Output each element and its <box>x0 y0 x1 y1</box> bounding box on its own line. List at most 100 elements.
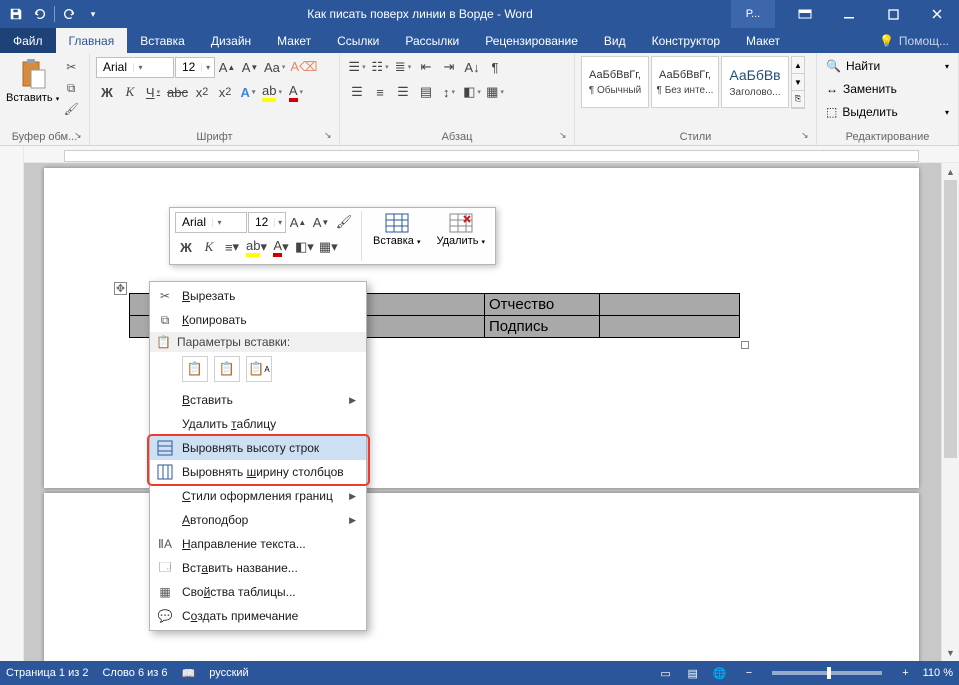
paste-button[interactable]: Вставить ▾ <box>6 56 59 104</box>
table-cell[interactable] <box>350 294 485 316</box>
highlight-icon[interactable]: ab ▾ <box>260 81 284 103</box>
copy-icon[interactable]: ⧉ <box>62 79 80 97</box>
view-print-icon[interactable]: ▤ <box>681 664 705 682</box>
font-size-combo[interactable]: 12▾ <box>175 57 215 78</box>
maximize-icon[interactable] <box>871 0 915 28</box>
cut-icon[interactable]: ✂ <box>62 58 80 76</box>
scroll-up-icon[interactable]: ▲ <box>942 163 959 180</box>
zoom-out-icon[interactable]: − <box>746 667 752 679</box>
tab-review[interactable]: Рецензирование <box>472 28 591 53</box>
format-painter-icon[interactable]: 🖌 <box>62 100 80 118</box>
status-page[interactable]: Страница 1 из 2 <box>6 667 88 679</box>
tell-me[interactable]: 💡Помощ... <box>869 28 959 53</box>
shrink-font-icon[interactable]: A▼ <box>239 56 261 78</box>
mt-shrink-font-icon[interactable]: A▼ <box>310 211 332 233</box>
mt-font-size[interactable]: 12▾ <box>248 212 286 233</box>
paste-text-only-icon[interactable]: 📋A <box>246 356 272 382</box>
dec-indent-icon[interactable]: ⇤ <box>415 56 437 78</box>
style-heading1[interactable]: АаБбВвЗаголово... <box>721 56 789 108</box>
tab-mailings[interactable]: Рассылки <box>392 28 472 53</box>
show-marks-icon[interactable]: ¶ <box>484 56 506 78</box>
mt-font-color-icon[interactable]: A▾ <box>270 236 292 258</box>
change-case-icon[interactable]: Aa ▾ <box>262 56 287 78</box>
proofing-icon[interactable]: 📖 <box>182 667 196 680</box>
ctx-autofit[interactable]: Автоподбор▶ <box>150 508 366 532</box>
qat-more-icon[interactable]: ▾ <box>83 4 103 24</box>
ctx-text-direction[interactable]: ⅡAНаправление текста... <box>150 532 366 556</box>
subscript-button[interactable]: x2 <box>191 81 213 103</box>
text-effects-icon[interactable]: A ▾ <box>237 81 259 103</box>
ctx-insert-caption[interactable]: 🗔Вставить название... <box>150 556 366 580</box>
table-move-handle-icon[interactable]: ✥ <box>114 282 127 295</box>
close-icon[interactable] <box>915 0 959 28</box>
align-right-icon[interactable]: ☰ <box>392 81 414 103</box>
font-name-combo[interactable]: Arial▾ <box>96 57 174 78</box>
tab-design[interactable]: Дизайн <box>198 28 264 53</box>
ctx-cut[interactable]: ✂Вырезать <box>150 284 366 308</box>
vertical-ruler[interactable] <box>0 146 24 661</box>
zoom-slider[interactable] <box>772 671 882 675</box>
mt-shading-icon[interactable]: ◧▾ <box>293 236 316 258</box>
superscript-button[interactable]: x2 <box>214 81 236 103</box>
mt-bold[interactable]: Ж <box>175 236 197 258</box>
paste-merge-icon[interactable]: 📋 <box>214 356 240 382</box>
tab-file[interactable]: Файл <box>0 28 56 53</box>
ctx-border-styles[interactable]: Стили оформления границ▶ <box>150 484 366 508</box>
scroll-down-icon[interactable]: ▼ <box>942 644 959 661</box>
mt-insert-button[interactable]: Вставка ▾ <box>368 211 425 261</box>
ctx-table-props[interactable]: ▦Свойства таблицы... <box>150 580 366 604</box>
find-button[interactable]: 🔍Найти ▾ <box>823 56 952 76</box>
mt-delete-button[interactable]: Удалить ▾ <box>431 211 490 261</box>
tab-home[interactable]: Главная <box>56 28 128 53</box>
tab-view[interactable]: Вид <box>591 28 639 53</box>
ribbon-display-icon[interactable] <box>783 0 827 28</box>
paragraph-launcher-icon[interactable]: ↘ <box>559 130 571 142</box>
align-left-icon[interactable]: ☰ <box>346 81 368 103</box>
tab-references[interactable]: Ссылки <box>324 28 392 53</box>
shading-icon[interactable]: ◧ ▾ <box>461 81 483 103</box>
font-color-icon[interactable]: A ▾ <box>285 81 307 103</box>
sort-icon[interactable]: A↓ <box>461 56 483 78</box>
replace-button[interactable]: ↔Заменить <box>823 79 952 99</box>
status-words[interactable]: Слово 6 из 6 <box>102 667 167 679</box>
view-web-icon[interactable]: 🌐 <box>708 664 732 682</box>
styles-launcher-icon[interactable]: ↘ <box>801 130 813 142</box>
bold-button[interactable]: Ж <box>96 81 118 103</box>
multilevel-icon[interactable]: ≣ ▾ <box>392 56 414 78</box>
table-resize-handle-icon[interactable] <box>741 341 749 349</box>
save-icon[interactable] <box>6 4 26 24</box>
redo-icon[interactable] <box>59 4 79 24</box>
ctx-new-comment[interactable]: 💬Создать примечание <box>150 604 366 628</box>
tab-table-design[interactable]: Конструктор <box>639 28 733 53</box>
style-no-spacing[interactable]: АаБбВвГг,¶ Без инте... <box>651 56 719 108</box>
mt-format-painter-icon[interactable]: 🖌 <box>333 211 355 233</box>
mt-grow-font-icon[interactable]: A▲ <box>287 211 309 233</box>
justify-icon[interactable]: ▤ <box>415 81 437 103</box>
mt-highlight-icon[interactable]: ab▾ <box>244 236 269 258</box>
numbering-icon[interactable]: ☷ ▾ <box>369 56 391 78</box>
clear-format-icon[interactable]: A⌫ <box>288 56 319 78</box>
inc-indent-icon[interactable]: ⇥ <box>438 56 460 78</box>
line-spacing-icon[interactable]: ↕ ▾ <box>438 81 460 103</box>
grow-font-icon[interactable]: A▲ <box>216 56 238 78</box>
bullets-icon[interactable]: ☰ ▾ <box>346 56 368 78</box>
table-cell[interactable] <box>600 316 740 338</box>
ctx-distribute-rows[interactable]: Выровнять высоту строк <box>150 436 366 460</box>
mt-align-icon[interactable]: ≡ ▾ <box>221 236 243 258</box>
borders-icon[interactable]: ▦ ▾ <box>484 81 506 103</box>
ctx-distribute-cols[interactable]: Выровнять ширину столбцов <box>150 460 366 484</box>
status-language[interactable]: русский <box>209 667 248 679</box>
select-button[interactable]: ⬚Выделить ▾ <box>823 102 952 122</box>
minimize-icon[interactable] <box>827 0 871 28</box>
paste-keep-source-icon[interactable]: 📋 <box>182 356 208 382</box>
mt-font-name[interactable]: Arial▾ <box>175 212 247 233</box>
font-launcher-icon[interactable]: ↘ <box>324 130 336 142</box>
table-cell[interactable] <box>350 316 485 338</box>
view-read-icon[interactable]: ▭ <box>654 664 678 682</box>
align-center-icon[interactable]: ≡ <box>369 81 391 103</box>
table-cell[interactable]: Подпись <box>485 316 600 338</box>
vertical-scrollbar[interactable]: ▲ ▼ <box>941 163 959 661</box>
strike-button[interactable]: abc <box>165 81 190 103</box>
underline-button[interactable]: Ч ▾ <box>142 81 164 103</box>
clipboard-launcher-icon[interactable]: ↘ <box>74 130 86 142</box>
